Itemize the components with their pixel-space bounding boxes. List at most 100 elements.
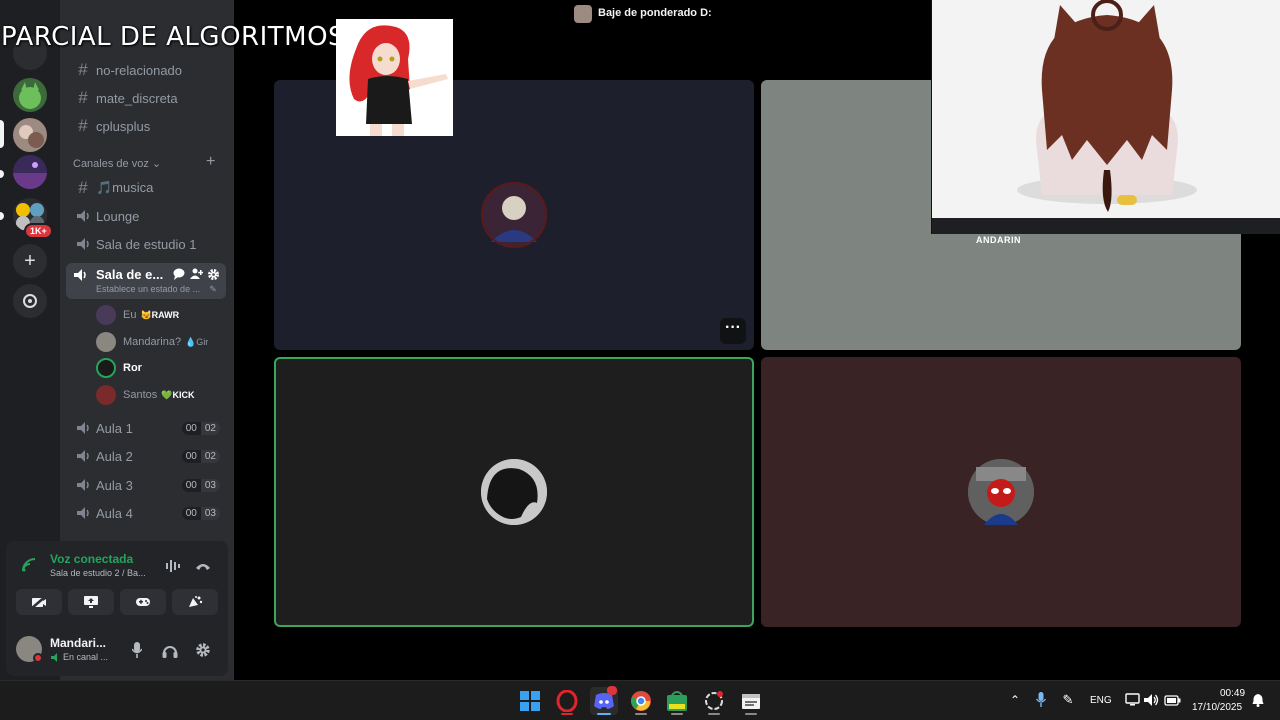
chat-icon[interactable] <box>172 267 186 281</box>
camera-off-icon <box>31 595 47 609</box>
channel-label: Aula 2 <box>96 448 133 464</box>
disconnect-icon[interactable] <box>194 558 212 574</box>
channel-label: mate_discreta <box>96 90 178 106</box>
battery-icon[interactable] <box>1163 692 1181 708</box>
taskbar-discord[interactable] <box>590 686 618 715</box>
taskbar-chatgpt[interactable] <box>700 687 728 715</box>
plush-overlay-image <box>931 0 1280 234</box>
microphone-icon[interactable] <box>129 641 145 659</box>
channel-aula-4[interactable]: Aula 4 00 03 <box>72 500 232 526</box>
avatar <box>96 385 116 405</box>
channel-aula-2[interactable]: Aula 2 00 02 <box>72 443 232 469</box>
settings-gear-icon[interactable] <box>194 641 212 659</box>
channel-cplusplus[interactable]: # cplusplus <box>72 113 232 139</box>
count-limit: 02 <box>200 449 220 463</box>
clock-date[interactable]: 17/10/2025 <box>1192 702 1242 713</box>
channel-list: # no-relacionado # mate_discreta # cplus… <box>6 0 234 680</box>
more-options-button[interactable]: ··· <box>720 318 746 344</box>
count-limit: 03 <box>200 506 220 520</box>
server-icon-current[interactable] <box>13 118 47 152</box>
channel-label: Aula 1 <box>96 420 133 436</box>
notification-dot <box>607 686 617 695</box>
microphone-tray-icon[interactable] <box>1034 692 1048 708</box>
active-server-pill <box>0 120 4 148</box>
channel-mate-discreta[interactable]: # mate_discreta <box>72 85 232 111</box>
running-indicator <box>635 713 647 715</box>
windows-icon <box>520 691 540 711</box>
taskbar-opera[interactable] <box>553 687 581 715</box>
user-count: 00 03 <box>181 478 220 492</box>
channel-label: Sala de e... <box>96 267 164 282</box>
activity-button[interactable] <box>120 589 166 615</box>
speaker-icon <box>72 505 94 521</box>
voice-member[interactable]: Santos 💚KICK <box>96 384 194 406</box>
server-icon-cat[interactable] <box>13 78 47 112</box>
clock-time[interactable]: 00:49 <box>1220 688 1245 699</box>
discover-button[interactable] <box>13 284 47 318</box>
speaker-icon <box>72 236 94 252</box>
signal-icon[interactable] <box>21 557 37 573</box>
soundboard-button[interactable] <box>172 589 218 615</box>
server-icon-night[interactable] <box>13 155 47 189</box>
user-name: Mandari... <box>50 636 107 650</box>
channel-lounge[interactable]: Lounge <box>72 203 232 229</box>
channel-sala-2-active[interactable]: Sala de e... Establece un estado de ... … <box>66 263 226 299</box>
voice-member[interactable]: Ror <box>96 357 142 379</box>
participant-tile-speaking[interactable] <box>274 357 754 627</box>
notification-bell-icon[interactable] <box>1250 692 1266 708</box>
voice-channel-path[interactable]: Sala de estudio 2 / Ba... <box>50 568 146 578</box>
channel-aula-1[interactable]: Aula 1 00 02 <box>72 415 232 441</box>
opera-icon <box>556 690 578 712</box>
category-label: Canales de voz <box>73 158 149 170</box>
volume-icon[interactable] <box>1143 692 1159 708</box>
window-title: Baje de ponderado D: <box>598 7 712 19</box>
speaker-icon <box>72 477 94 493</box>
speaker-icon <box>72 420 94 436</box>
channel-aula-3[interactable]: Aula 3 00 03 <box>72 472 232 498</box>
gear-icon[interactable] <box>206 267 220 281</box>
input-language[interactable]: ENG <box>1090 695 1112 706</box>
chevron-up-icon[interactable]: ⌃ <box>1008 693 1022 707</box>
server-icon-small <box>574 5 592 23</box>
running-indicator <box>561 713 573 715</box>
user-count: 00 02 <box>181 449 220 463</box>
voice-member[interactable]: Mandarina? 💧Gir <box>96 331 208 353</box>
channel-label: 🎵musica <box>96 180 154 195</box>
pen-icon[interactable]: ✎ <box>1060 692 1076 708</box>
hash-icon: # <box>78 178 88 197</box>
invite-icon[interactable] <box>189 267 203 281</box>
voice-member[interactable]: Eu 😼RAWR <box>96 304 179 326</box>
channel-sala-1[interactable]: Sala de estudio 1 <box>72 231 232 257</box>
network-icon[interactable] <box>1124 692 1140 708</box>
member-name: Ror <box>123 362 142 374</box>
hash-icon: # <box>78 60 88 79</box>
speaker-icon <box>72 208 94 224</box>
noise-suppression-icon[interactable] <box>164 558 182 574</box>
create-channel-icon[interactable]: + <box>206 153 215 171</box>
start-button[interactable] <box>516 687 544 715</box>
speaker-icon <box>72 448 94 464</box>
avatar <box>96 305 116 325</box>
taskbar-chrome[interactable] <box>627 687 655 715</box>
avatar <box>96 332 116 352</box>
speaker-icon <box>72 267 88 283</box>
screen-share-icon <box>84 596 98 608</box>
screen-share-button[interactable] <box>68 589 114 615</box>
add-server-button[interactable]: + <box>13 244 47 278</box>
taskbar-notepad[interactable] <box>737 687 765 715</box>
channel-no-relacionado[interactable]: # no-relacionado <box>72 57 232 83</box>
pencil-icon[interactable]: ✎ <box>208 284 218 294</box>
headphones-icon[interactable] <box>161 641 179 659</box>
count-current: 00 <box>181 449 201 463</box>
avatar <box>96 358 116 378</box>
camera-button[interactable] <box>16 589 62 615</box>
channel-label: Aula 4 <box>96 505 133 521</box>
participant-avatar <box>968 459 1034 525</box>
notepad-icon <box>742 694 760 709</box>
participant-name: ANDARIN <box>976 235 1021 245</box>
participant-avatar <box>481 182 547 248</box>
taskbar-app-store[interactable] <box>663 687 691 715</box>
voice-category-header[interactable]: Canales de voz ⌄ <box>73 157 161 170</box>
channel-musica[interactable]: # 🎵musica <box>72 175 232 201</box>
participant-tile[interactable] <box>761 357 1241 627</box>
